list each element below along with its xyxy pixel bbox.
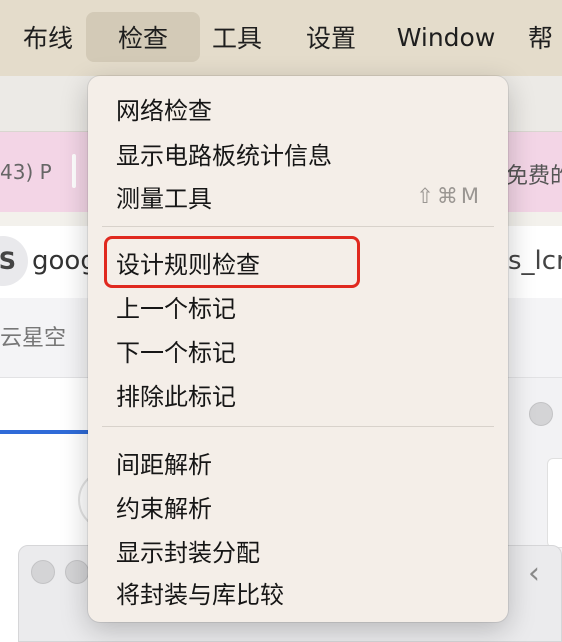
menu-item-previous-marker[interactable]: 上一个标记 — [88, 284, 508, 328]
address-right-text: s_lcr — [508, 246, 562, 276]
banner-right-text: 免费的 — [506, 164, 562, 189]
menu-item-label: 上一个标记 — [116, 294, 236, 323]
inspect-dropdown-menu: 网络检查 显示电路板统计信息 测量工具 ⇧⌘M 设计规则检查 上一个标记 下一个… — [88, 76, 508, 622]
window-close-dot — [31, 560, 55, 584]
menu-item-exclude-marker[interactable]: 排除此标记 — [88, 372, 508, 416]
menu-item-measure-tool[interactable]: 测量工具 ⇧⌘M — [88, 174, 508, 218]
menu-window[interactable]: Window — [388, 12, 504, 62]
chevron-left-icon: ‹ — [528, 556, 540, 591]
background-tile — [547, 458, 562, 548]
menu-item-network-check[interactable]: 网络检查 — [88, 86, 508, 130]
menu-item-label: 排除此标记 — [116, 382, 236, 411]
banner-left-text: 43) P — [0, 160, 52, 184]
menu-tools[interactable]: 工具 — [200, 12, 274, 62]
menu-item-show-footprint-assignment[interactable]: 显示封装分配 — [88, 528, 508, 572]
menu-inspect[interactable]: 检查 — [86, 12, 200, 62]
menu-bar: 布线 检查 工具 设置 Window 帮 — [0, 0, 562, 76]
highlight-annotation-box — [104, 236, 360, 288]
menu-item-board-statistics[interactable]: 显示电路板统计信息 — [88, 131, 508, 175]
menu-item-label: 测量工具 — [116, 184, 212, 213]
subbar-text: 云星空 — [0, 326, 67, 351]
menu-separator — [102, 426, 494, 427]
menu-item-next-marker[interactable]: 下一个标记 — [88, 328, 508, 372]
menu-item-label: 网络检查 — [116, 96, 212, 125]
background-tab-indicator — [0, 430, 90, 434]
menu-settings[interactable]: 设置 — [294, 12, 368, 62]
menu-item-compare-footprint-library[interactable]: 将封装与库比较 — [88, 570, 508, 614]
menu-separator — [102, 226, 494, 227]
menu-item-label: 间距解析 — [116, 450, 212, 479]
menu-routing[interactable]: 布线 — [12, 12, 84, 62]
shortcut-label: ⇧⌘M — [416, 184, 482, 208]
menu-item-constraint-analysis[interactable]: 约束解析 — [88, 484, 508, 528]
window-minimize-dot — [65, 560, 89, 584]
menu-item-label: 显示封装分配 — [116, 538, 260, 567]
menu-item-label: 约束解析 — [116, 494, 212, 523]
menu-item-label: 显示电路板统计信息 — [116, 141, 332, 170]
site-icon: S — [0, 236, 28, 286]
window-dot — [529, 402, 553, 426]
banner-divider — [72, 154, 76, 188]
menu-item-label: 将封装与库比较 — [116, 580, 284, 609]
menu-item-clearance-analysis[interactable]: 间距解析 — [88, 440, 508, 484]
menu-item-label: 下一个标记 — [116, 338, 236, 367]
menu-help[interactable]: 帮 — [528, 12, 562, 62]
